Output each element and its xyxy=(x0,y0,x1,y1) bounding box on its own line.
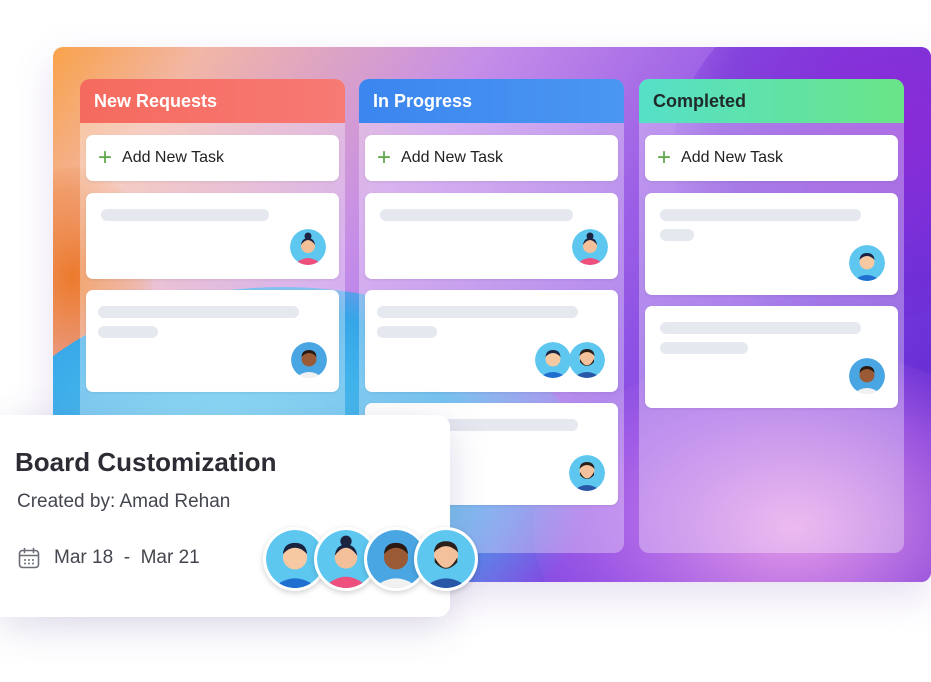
plus-icon: + xyxy=(657,144,672,171)
plus-icon: + xyxy=(377,144,392,171)
task-dates: Mar 18 - Mar 21 xyxy=(54,547,200,568)
task-card[interactable] xyxy=(86,193,339,279)
column-completed: Completed + Add New Task xyxy=(639,79,904,553)
calendar-icon xyxy=(17,546,41,570)
woman-pink-avatar xyxy=(572,229,608,265)
man-beard-avatar[interactable] xyxy=(414,527,478,591)
woman-pink-avatar xyxy=(290,229,326,265)
man-blue-avatar xyxy=(535,342,571,378)
add-task-button[interactable]: + Add New Task xyxy=(86,135,339,181)
task-card[interactable] xyxy=(365,193,618,279)
man-beard-avatar xyxy=(569,455,605,491)
add-task-label: Add New Task xyxy=(401,149,503,166)
add-task-button[interactable]: + Add New Task xyxy=(645,135,898,181)
column-title: Completed xyxy=(639,79,904,123)
add-task-label: Add New Task xyxy=(681,149,783,166)
task-creator: Created by: Amad Rehan xyxy=(17,491,231,512)
task-detail-card[interactable]: Board Customization Created by: Amad Reh… xyxy=(0,415,478,617)
task-title: Board Customization xyxy=(15,447,277,477)
plus-icon: + xyxy=(98,144,113,171)
task-card[interactable] xyxy=(645,306,898,408)
column-title: New Requests xyxy=(80,79,345,123)
man-blue-avatar xyxy=(849,245,885,281)
man-dark-avatar xyxy=(849,358,885,394)
man-beard-avatar xyxy=(569,342,605,378)
task-card[interactable] xyxy=(86,290,339,392)
add-task-button[interactable]: + Add New Task xyxy=(365,135,618,181)
column-title: In Progress xyxy=(359,79,624,123)
task-card[interactable] xyxy=(365,290,618,392)
add-task-label: Add New Task xyxy=(122,149,224,166)
man-dark-avatar xyxy=(291,342,327,378)
task-card[interactable] xyxy=(645,193,898,295)
